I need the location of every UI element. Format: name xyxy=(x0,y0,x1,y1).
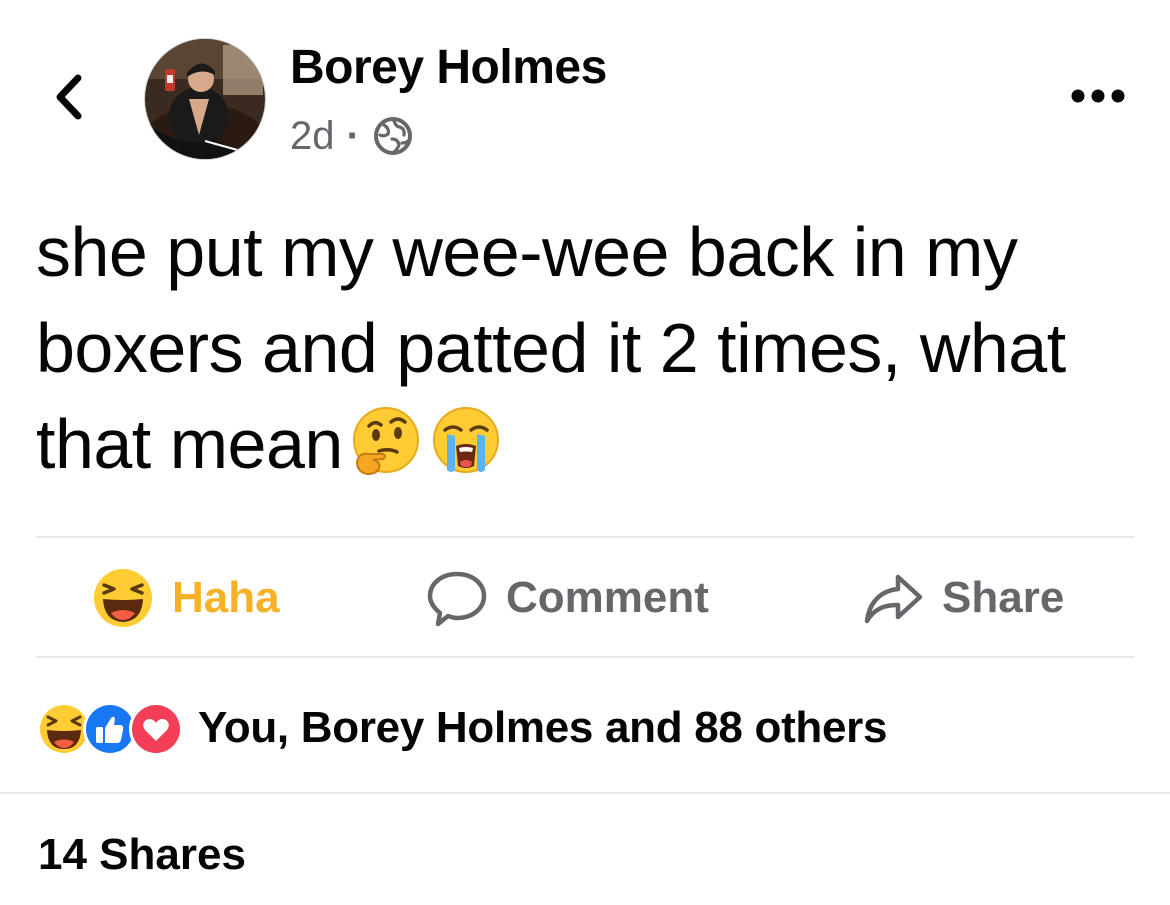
post-time[interactable]: 2d xyxy=(290,114,335,159)
more-horizontal-icon xyxy=(1071,89,1125,103)
haha-label: Haha xyxy=(172,573,280,622)
comment-button[interactable]: Comment xyxy=(426,565,709,631)
comment-icon xyxy=(427,571,487,627)
post-text: she put my wee-wee back in my boxers and… xyxy=(36,213,1066,483)
share-icon xyxy=(864,574,923,624)
haha-icon xyxy=(94,569,152,627)
share-label: Share xyxy=(942,573,1065,622)
reactions-summary-text: You, Borey Holmes and 88 others xyxy=(198,703,888,752)
comment-label: Comment xyxy=(506,573,709,622)
divider xyxy=(36,656,1134,658)
share-button[interactable]: Share xyxy=(862,565,1064,631)
shares-count[interactable]: 14 Shares xyxy=(38,830,246,880)
divider xyxy=(36,536,1134,538)
author-name[interactable]: Borey Holmes xyxy=(290,38,607,98)
post-body: she put my wee-wee back in my boxers and… xyxy=(36,204,1146,492)
thinking-face-emoji xyxy=(352,407,419,476)
post-meta: 2d · xyxy=(290,112,414,160)
more-options-button[interactable] xyxy=(1068,84,1128,108)
haha-reaction-button[interactable]: Haha xyxy=(92,565,280,631)
author-avatar[interactable] xyxy=(144,38,266,160)
chevron-left-icon xyxy=(56,74,82,120)
love-icon xyxy=(129,702,183,756)
loudly-crying-face-emoji xyxy=(432,407,499,473)
meta-separator: · xyxy=(346,113,360,158)
back-button[interactable] xyxy=(48,70,92,124)
avatar-image xyxy=(145,39,265,159)
reaction-icons xyxy=(36,699,186,757)
reactions-summary[interactable]: You, Borey Holmes and 88 others xyxy=(36,695,887,761)
globe-icon[interactable] xyxy=(372,115,414,157)
divider xyxy=(0,792,1170,794)
